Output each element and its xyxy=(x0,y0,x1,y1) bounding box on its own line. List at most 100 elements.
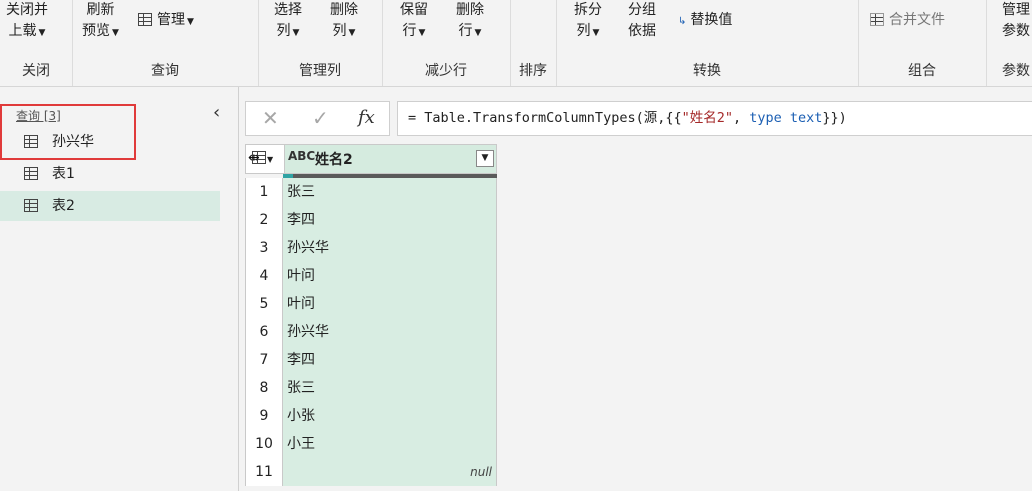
table-icon xyxy=(24,199,38,212)
table-cell[interactable]: 李四 xyxy=(283,346,497,374)
table-cell[interactable]: 小张 xyxy=(283,402,497,430)
row-number[interactable]: 9 xyxy=(245,402,283,430)
refresh-line2: 预览 xyxy=(82,23,110,39)
group-label-reduce-rows: 减少行 xyxy=(425,63,467,79)
close-load-button[interactable]: 关闭并 上载 ▼ xyxy=(6,0,48,44)
split-line2: 列 xyxy=(576,23,591,39)
table-cell[interactable]: 孙兴华 xyxy=(283,234,497,262)
table-row: 4 叶问 xyxy=(245,262,497,290)
query-item-2[interactable]: 表2 xyxy=(0,191,220,221)
formula-bar[interactable]: = Table.TransformColumnTypes(源,{{"姓名2", … xyxy=(397,101,1032,136)
fx-icon[interactable]: fx xyxy=(358,107,375,128)
replace-label: 替换值 xyxy=(690,12,733,28)
formula-prefix: = Table.TransformColumnTypes(源,{{ xyxy=(408,110,682,126)
row-number[interactable]: 6 xyxy=(245,318,283,346)
cancel-icon[interactable]: ✕ xyxy=(262,106,279,130)
chevron-left-icon[interactable]: ‹ xyxy=(213,102,220,123)
table-icon xyxy=(138,13,152,26)
formula-keyword: type xyxy=(749,110,782,126)
remove-col-line2: 列 xyxy=(332,23,347,39)
row-number[interactable]: 3 xyxy=(245,234,283,262)
row-number[interactable]: 7 xyxy=(245,346,283,374)
group-label-combine: 组合 xyxy=(908,63,936,79)
commit-icon[interactable]: ✓ xyxy=(312,106,329,130)
groupby-line1: 分组 xyxy=(628,2,656,18)
group-label-transform: 转换 xyxy=(693,63,721,79)
group-label-sort: 排序 xyxy=(519,63,547,79)
table-cell[interactable]: 小王 xyxy=(283,430,497,458)
table-cell[interactable]: 张三 xyxy=(283,374,497,402)
group-parameters: 管理 参数 参数 xyxy=(986,0,1032,86)
row-number[interactable]: 5 xyxy=(245,290,283,318)
group-transform: 拆分 列 ▼ 分组 依据 ↳ 替换值 转换 xyxy=(556,0,859,86)
keep-line1: 保留 xyxy=(400,2,428,18)
split-column-button[interactable]: 拆分 列 ▼ xyxy=(574,0,602,44)
group-close: 关闭并 上载 ▼ 关闭 xyxy=(0,0,73,86)
manage-button[interactable]: 管理 ▼ xyxy=(138,10,194,33)
table-row: 3 孙兴华 xyxy=(245,234,497,262)
column-header[interactable]: ABC 姓名2 ▼ xyxy=(284,145,496,173)
remove-rows-button[interactable]: 删除 行 ▼ xyxy=(456,0,484,44)
table-row: 5 叶问 xyxy=(245,290,497,318)
grid-rows: 1 张三 2 李四 3 孙兴华 4 叶问 5 叶问 6 孙兴华 7 李四 8 张三 9 小张 10… xyxy=(245,178,497,486)
grid-header: ▼ ABC 姓名2 ▼ xyxy=(245,144,497,174)
close-load-line1: 关闭并 xyxy=(6,2,48,18)
replace-values-button[interactable]: ↳ 替换值 xyxy=(678,10,732,32)
row-number[interactable]: 2 xyxy=(245,206,283,234)
filter-dropdown-icon[interactable]: ▼ xyxy=(476,150,494,167)
formula-comma: , xyxy=(732,110,750,126)
remove-row-line1: 删除 xyxy=(456,2,484,18)
row-number[interactable]: 11 xyxy=(245,458,283,486)
choose-line2: 列 xyxy=(276,23,291,39)
column-resize-cursor-icon: ⇹ xyxy=(248,150,260,166)
replace-icon: ↳ xyxy=(678,16,687,27)
table-cell[interactable]: 叶问 xyxy=(283,262,497,290)
remove-col-line1: 删除 xyxy=(330,2,358,18)
manage-label: 管理 xyxy=(157,12,185,28)
formula-controls: ✕ ✓ fx xyxy=(245,101,390,136)
table-cell[interactable]: 叶问 xyxy=(283,290,497,318)
params-line2: 参数 xyxy=(1002,23,1030,39)
group-label-close: 关闭 xyxy=(22,63,50,79)
table-icon xyxy=(24,167,38,180)
keep-rows-button[interactable]: 保留 行 ▼ xyxy=(400,0,428,44)
query-item-1[interactable]: 表1 xyxy=(0,159,220,189)
remove-row-line2: 行 xyxy=(458,23,473,39)
params-line1: 管理 xyxy=(1002,2,1030,18)
manage-params-button[interactable]: 管理 参数 xyxy=(1002,0,1030,42)
ribbon: 关闭并 上载 ▼ 关闭 刷新 预览 ▼ 管理 ▼ 查询 选择 列 ▼ 删除 列 ▼ 管理列… xyxy=(0,0,1032,87)
table-row: 2 李四 xyxy=(245,206,497,234)
table-cell[interactable]: 孙兴华 xyxy=(283,318,497,346)
group-by-button[interactable]: 分组 依据 xyxy=(628,0,656,42)
formula-type: text xyxy=(781,110,823,126)
table-cell[interactable]: 李四 xyxy=(283,206,497,234)
caret-down-icon: ▼ xyxy=(348,28,356,38)
row-number[interactable]: 10 xyxy=(245,430,283,458)
row-number[interactable]: 8 xyxy=(245,374,283,402)
refresh-preview-button[interactable]: 刷新 预览 ▼ xyxy=(82,0,119,44)
merge-files-button[interactable]: 合并文件 xyxy=(870,10,945,31)
text-type-icon[interactable]: ABC xyxy=(288,149,315,163)
table-row: 1 张三 xyxy=(245,178,497,206)
caret-down-icon: ▼ xyxy=(292,28,300,38)
close-load-line2: 上载 xyxy=(8,23,37,39)
table-row: 8 张三 xyxy=(245,374,497,402)
table-cell-null[interactable]: null xyxy=(283,458,497,486)
choose-columns-button[interactable]: 选择 列 ▼ xyxy=(274,0,302,44)
query-label: 表1 xyxy=(52,166,75,182)
formula-suffix: }}) xyxy=(822,110,847,126)
group-label-manage-columns: 管理列 xyxy=(299,63,341,79)
refresh-line1: 刷新 xyxy=(86,2,115,18)
row-number[interactable]: 1 xyxy=(245,178,283,206)
caret-down-icon: ▼ xyxy=(474,28,482,38)
group-reduce-rows: 保留 行 ▼ 删除 行 ▼ 减少行 xyxy=(382,0,511,86)
row-number[interactable]: 4 xyxy=(245,262,283,290)
data-grid: ▼ ABC 姓名2 ▼ 1 张三 2 李四 3 孙兴华 4 叶问 5 叶问 6 孙兴华 7李… xyxy=(245,144,497,486)
group-query: 刷新 预览 ▼ 管理 ▼ 查询 xyxy=(72,0,259,86)
remove-columns-button[interactable]: 删除 列 ▼ xyxy=(330,0,358,44)
table-row: 6 孙兴华 xyxy=(245,318,497,346)
column-name: 姓名2 xyxy=(315,152,353,168)
group-label-parameters: 参数 xyxy=(1002,63,1030,79)
query-label: 表2 xyxy=(52,198,75,214)
table-cell[interactable]: 张三 xyxy=(283,178,497,206)
